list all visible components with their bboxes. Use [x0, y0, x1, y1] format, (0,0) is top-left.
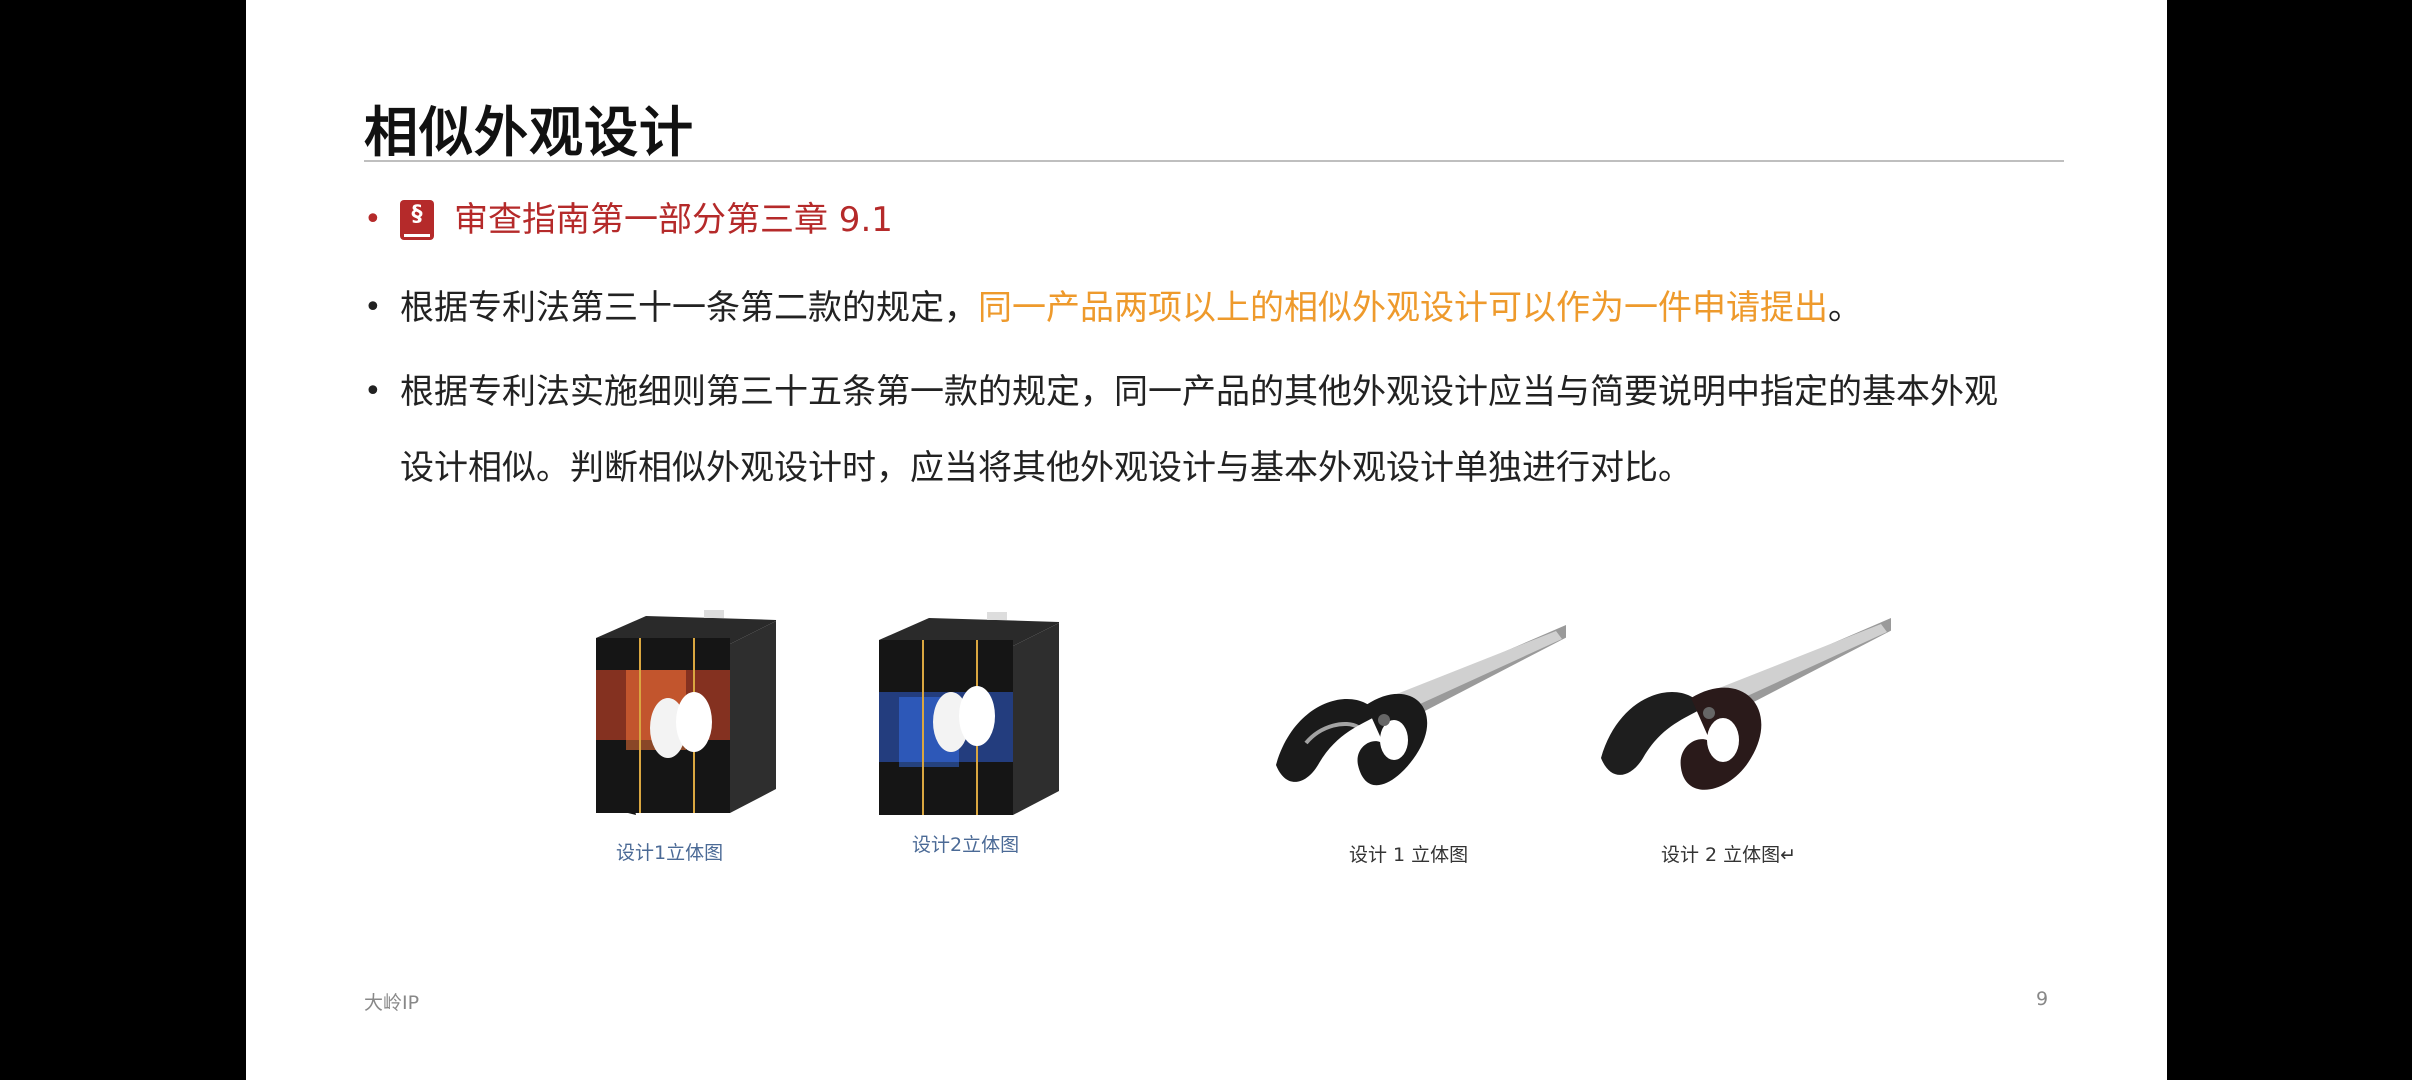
scissors-design-2-image	[1591, 608, 1891, 813]
figure-caption: 设计 2 立体图↵	[1661, 840, 1796, 867]
scissors-design-1-image	[1266, 615, 1566, 815]
reference-bullet: • 审查指南第一部分第三章 9.1	[364, 190, 893, 250]
bullet-2-text: 根据专利法实施细则第三十五条第一款的规定，同一产品的其他外观设计应当与简要说明中…	[400, 354, 2010, 506]
reference-text: 审查指南第一部分第三章 9.1	[454, 190, 893, 250]
bullet-dot: •	[364, 354, 400, 430]
slide: 相似外观设计 • 审查指南第一部分第三章 9.1 • 根据专利法第三十一条第二款…	[246, 0, 2167, 1080]
law-book-icon	[400, 200, 434, 240]
bullet-1: • 根据专利法第三十一条第二款的规定，同一产品两项以上的相似外观设计可以作为一件…	[364, 270, 2010, 346]
page-number: 9	[2036, 988, 2048, 1010]
bullet-1-highlight: 同一产品两项以上的相似外观设计可以作为一件申请提出	[978, 288, 1828, 328]
figure-caption: 设计1立体图	[616, 838, 723, 865]
title-divider	[364, 160, 2064, 162]
slide-title: 相似外观设计	[364, 88, 694, 167]
bullet-1-text: 根据专利法第三十一条第二款的规定，同一产品两项以上的相似外观设计可以作为一件申请…	[400, 270, 2010, 346]
box-design-2-image	[879, 612, 1059, 817]
footer-brand: 大岭IP	[364, 988, 419, 1015]
box-design-1-image	[596, 610, 776, 815]
bullet-dot: •	[364, 190, 400, 250]
bullet-dot: •	[364, 270, 400, 346]
bullet-2: • 根据专利法实施细则第三十五条第一款的规定，同一产品的其他外观设计应当与简要说…	[364, 354, 2010, 506]
bullet-1-after: 。	[1828, 288, 1862, 328]
figure-caption: 设计2立体图	[912, 830, 1019, 857]
bullet-1-before: 根据专利法第三十一条第二款的规定，	[400, 288, 978, 328]
figure-caption: 设计 1 立体图	[1349, 840, 1468, 867]
